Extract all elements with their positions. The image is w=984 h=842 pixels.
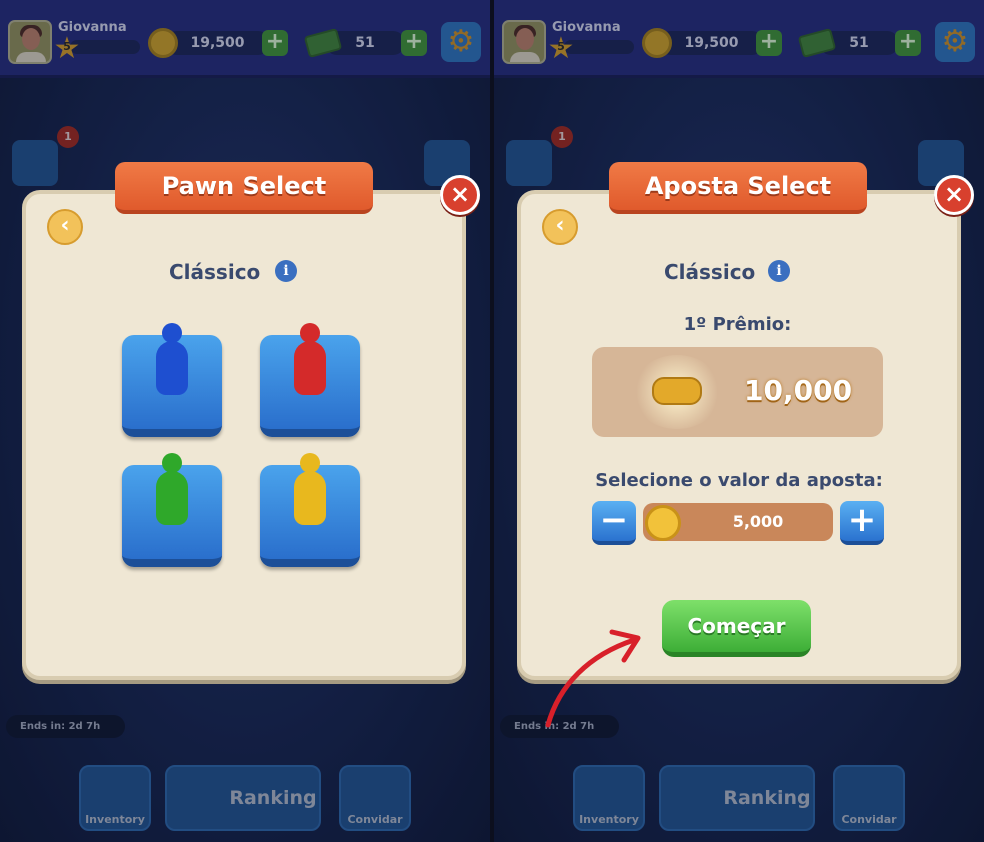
ranking-label: Ranking — [723, 787, 811, 809]
game-mode-label: Clássico — [664, 260, 756, 284]
top-bar: Giovanna ★ 5 19,500 + 51 + ⚙ — [494, 0, 984, 78]
coin-icon — [645, 505, 681, 541]
close-icon[interactable]: × — [440, 175, 480, 215]
inventory-label: Inventory — [579, 813, 639, 826]
inventory-label: Inventory — [85, 813, 145, 826]
info-icon[interactable]: i — [275, 260, 297, 282]
invite-label: Convidar — [841, 813, 897, 826]
back-button[interactable]: ‹ — [542, 209, 578, 245]
settings-gear-icon[interactable]: ⚙ — [441, 22, 481, 62]
dialog-title: Aposta Select — [609, 162, 867, 214]
settings-gear-icon[interactable]: ⚙ — [935, 22, 975, 62]
pawn-icon-yellow — [294, 453, 326, 533]
game-mode-label: Clássico — [169, 260, 261, 284]
pawn-icon-red — [294, 323, 326, 403]
invite-button[interactable]: Convidar — [339, 765, 411, 831]
pawn-option-red[interactable] — [260, 323, 360, 437]
top-bar: Giovanna ★ 5 19,500 + 51 + ⚙ — [0, 0, 490, 78]
event-timer: Ends in: 2d 7h — [6, 715, 125, 738]
prize-value: 10,000 — [744, 374, 853, 407]
add-coins-button[interactable]: + — [756, 30, 782, 56]
notification-badge: 1 — [551, 126, 573, 148]
video-reward-button[interactable] — [12, 140, 58, 186]
bet-value: 5,000 — [732, 512, 784, 531]
pawn-icon-blue — [156, 323, 188, 403]
video-reward-button[interactable] — [506, 140, 552, 186]
inventory-button[interactable]: Inventory — [79, 765, 151, 831]
bet-select-label: Selecione o valor da aposta: — [595, 470, 883, 491]
avatar[interactable] — [502, 20, 546, 64]
coins-value: 19,500 — [165, 31, 270, 55]
start-button[interactable]: Começar — [662, 600, 811, 657]
level-value: 5 — [63, 40, 71, 53]
pawn-option-blue[interactable] — [122, 323, 222, 437]
info-icon[interactable]: i — [768, 260, 790, 282]
ranking-button[interactable]: Ranking — [165, 765, 321, 831]
invite-button[interactable]: Convidar — [833, 765, 905, 831]
bet-select-screen: Giovanna ★ 5 19,500 + 51 + ⚙ 1 Ends in: … — [494, 0, 984, 842]
ranking-label: Ranking — [229, 787, 317, 809]
decrease-bet-button[interactable]: − — [592, 501, 636, 545]
pawn-option-yellow[interactable] — [260, 453, 360, 567]
inventory-button[interactable]: Inventory — [573, 765, 645, 831]
dialog-title: Pawn Select — [115, 162, 373, 214]
add-cash-button[interactable]: + — [895, 30, 921, 56]
pawn-icon-green — [156, 453, 188, 533]
pawn-option-green[interactable] — [122, 453, 222, 567]
bet-value-bar: 5,000 — [643, 503, 833, 541]
invite-label: Convidar — [347, 813, 403, 826]
add-cash-button[interactable]: + — [401, 30, 427, 56]
add-coins-button[interactable]: + — [262, 30, 288, 56]
gold-coins-icon — [652, 377, 702, 405]
prize-label: 1º Prêmio: — [683, 314, 792, 335]
close-icon[interactable]: × — [934, 175, 974, 215]
avatar[interactable] — [8, 20, 52, 64]
red-arrow-annotation — [545, 629, 641, 728]
ranking-button[interactable]: Ranking — [659, 765, 815, 831]
coins-value: 19,500 — [659, 31, 764, 55]
level-value: 5 — [557, 40, 565, 53]
prize-box: 10,000 — [592, 347, 883, 437]
increase-bet-button[interactable]: + — [840, 501, 884, 545]
pawn-select-screen: Giovanna ★ 5 19,500 + 51 + ⚙ 1 Ends in: … — [0, 0, 490, 842]
coin-icon — [148, 28, 178, 58]
notification-badge: 1 — [57, 126, 79, 148]
back-button[interactable]: ‹ — [47, 209, 83, 245]
coin-icon — [642, 28, 672, 58]
